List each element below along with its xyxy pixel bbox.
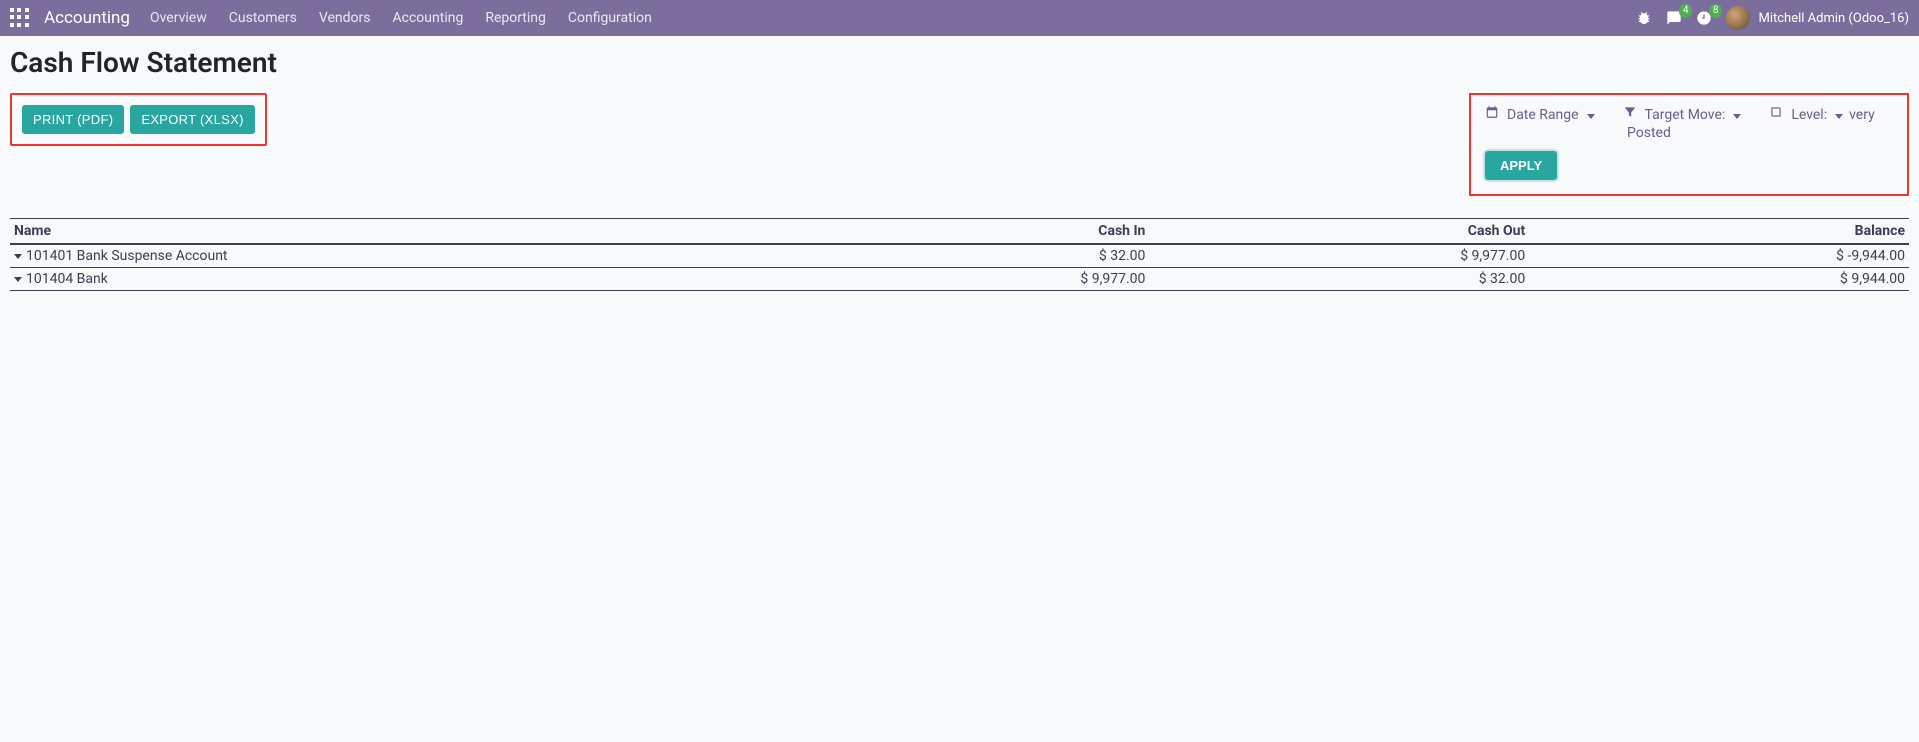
col-name: Name	[10, 219, 770, 245]
nav-link-reporting[interactable]: Reporting	[485, 10, 546, 26]
filter-target-move-value: Posted	[1627, 125, 1893, 141]
control-row: PRINT (PDF) EXPORT (XLSX) Date Range Tar…	[10, 93, 1909, 196]
nav-link-vendors[interactable]: Vendors	[319, 10, 371, 26]
filter-target-move-label: Target Move:	[1645, 107, 1726, 123]
user-name: Mitchell Admin (Odoo_16)	[1758, 11, 1909, 26]
cell-cash-in: $ 9,977.00	[770, 268, 1150, 291]
filter-level[interactable]: Level: very	[1769, 105, 1874, 123]
cell-name: 101401 Bank Suspense Account	[26, 248, 228, 264]
cell-cash-out: $ 9,977.00	[1149, 244, 1529, 268]
table-row[interactable]: 101401 Bank Suspense Account $ 32.00 $ 9…	[10, 244, 1909, 268]
expand-caret-icon[interactable]	[14, 277, 22, 282]
nav-link-configuration[interactable]: Configuration	[568, 10, 652, 26]
apply-button[interactable]: APPLY	[1485, 151, 1557, 180]
nav-right: 4 8 Mitchell Admin (Odoo_16)	[1636, 6, 1909, 30]
page-title: Cash Flow Statement	[10, 46, 1909, 79]
content: Cash Flow Statement PRINT (PDF) EXPORT (…	[0, 36, 1919, 291]
apps-icon[interactable]	[10, 8, 30, 28]
filter-date-range-label: Date Range	[1507, 107, 1579, 123]
nav-link-accounting[interactable]: Accounting	[393, 10, 464, 26]
calendar-icon	[1485, 105, 1499, 119]
cell-balance: $ 9,944.00	[1529, 268, 1909, 291]
expand-caret-icon[interactable]	[14, 254, 22, 259]
activities-icon[interactable]: 8	[1696, 10, 1712, 26]
nav-links: Overview Customers Vendors Accounting Re…	[150, 10, 652, 26]
cell-cash-out: $ 32.00	[1149, 268, 1529, 291]
cell-cash-in: $ 32.00	[770, 244, 1150, 268]
filter-level-value: very	[1849, 107, 1875, 123]
navbar: Accounting Overview Customers Vendors Ac…	[0, 0, 1919, 36]
export-buttons: PRINT (PDF) EXPORT (XLSX)	[10, 93, 267, 146]
brand[interactable]: Accounting	[44, 8, 130, 28]
activities-count: 8	[1709, 4, 1723, 18]
avatar	[1726, 6, 1750, 30]
filter-panel: Date Range Target Move: Level: very Post…	[1469, 93, 1909, 196]
cash-flow-table: Name Cash In Cash Out Balance 101401 Ban…	[10, 218, 1909, 291]
nav-link-overview[interactable]: Overview	[150, 10, 207, 26]
col-cash-out: Cash Out	[1149, 219, 1529, 245]
nav-link-customers[interactable]: Customers	[229, 10, 297, 26]
messages-icon[interactable]: 4	[1666, 10, 1682, 26]
filter-level-label: Level:	[1791, 107, 1827, 123]
filter-icon	[1623, 105, 1637, 119]
cell-balance: $ -9,944.00	[1529, 244, 1909, 268]
filter-row: Date Range Target Move: Level: very	[1485, 105, 1893, 123]
book-icon	[1769, 105, 1783, 119]
caret-down-icon	[1835, 114, 1843, 119]
filter-date-range[interactable]: Date Range	[1485, 105, 1595, 123]
export-xlsx-button[interactable]: EXPORT (XLSX)	[130, 105, 254, 134]
debug-icon[interactable]	[1636, 10, 1652, 26]
filter-target-move[interactable]: Target Move:	[1623, 105, 1742, 123]
user-menu[interactable]: Mitchell Admin (Odoo_16)	[1726, 6, 1909, 30]
col-cash-in: Cash In	[770, 219, 1150, 245]
col-balance: Balance	[1529, 219, 1909, 245]
cell-name: 101404 Bank	[26, 271, 108, 287]
table-header-row: Name Cash In Cash Out Balance	[10, 219, 1909, 245]
print-pdf-button[interactable]: PRINT (PDF)	[22, 105, 124, 134]
caret-down-icon	[1733, 114, 1741, 119]
caret-down-icon	[1587, 114, 1595, 119]
table-row[interactable]: 101404 Bank $ 9,977.00 $ 32.00 $ 9,944.0…	[10, 268, 1909, 291]
messages-count: 4	[1679, 4, 1693, 18]
